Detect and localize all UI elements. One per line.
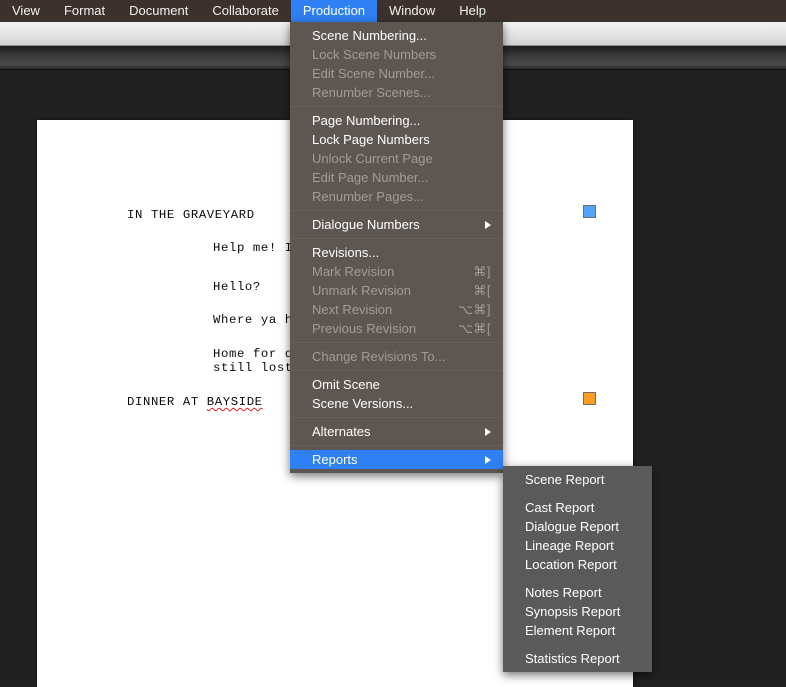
menu-item-alternates[interactable]: Alternates [290,422,503,441]
menu-item-label: Mark Revision [312,264,395,279]
blue-revision-marker[interactable] [583,205,596,218]
menu-item-change-revisions-to: Change Revisions To... [290,347,503,366]
menu-item-label: Scene Report [525,472,605,487]
menu-item-label: Alternates [312,424,371,439]
menu-item-omit-scene[interactable]: Omit Scene [290,375,503,394]
menu-item-shortcut: ⌘[ [473,282,491,298]
script-text-line: still lost. [213,361,301,375]
menu-item-label: Revisions... [312,245,380,260]
menubar-item-view[interactable]: View [0,0,52,22]
menu-item-label: Edit Page Number... [312,170,429,185]
submenu-arrow-icon [485,427,491,436]
menu-item-page-numbering[interactable]: Page Numbering... [290,111,503,130]
menu-item-renumber-pages: Renumber Pages... [290,187,503,206]
menu-item-label: Renumber Pages... [312,189,425,204]
scene-heading-prefix: DINNER AT [127,395,207,409]
menu-item-label: Lock Page Numbers [312,132,430,147]
menu-item-renumber-scenes: Renumber Scenes... [290,83,503,102]
menu-item-reports[interactable]: Reports [290,450,503,469]
menu-item-label: Lineage Report [525,538,614,553]
menu-item-label: Omit Scene [312,377,380,392]
menu-item-label: Next Revision [312,302,393,317]
menu-item-label: Notes Report [525,585,602,600]
menu-item-scene-report[interactable]: Scene Report [503,470,652,489]
menu-item-scene-versions[interactable]: Scene Versions... [290,394,503,413]
script-text-line: IN THE GRAVEYARD [127,208,255,222]
menu-item-label: Location Report [525,557,617,572]
menu-item-label: Renumber Scenes... [312,85,431,100]
app-window: IN THE GRAVEYARD Help me! I' Hello? Where y… [0,0,786,687]
menu-item-element-report[interactable]: Element Report [503,621,652,640]
menu-item-label: Dialogue Numbers [312,217,420,232]
menu-item-label: Dialogue Report [525,519,619,534]
script-text-line: Help me! I' [213,241,301,255]
menubar-item-production[interactable]: Production [290,0,378,22]
menu-item-shortcut: ⌘] [473,263,491,279]
reports-submenu-menu[interactable]: Scene Report Cast Report Dialogue Report Li… [503,466,652,672]
menu-item-previous-revision: Previous Revision ⌥⌘[ [290,319,503,338]
menu-item-location-report[interactable]: Location Report [503,555,652,574]
orange-revision-marker[interactable] [583,392,596,405]
misspelled-word[interactable]: BAYSIDE [207,395,263,409]
menu-separator [290,370,503,371]
menu-item-label: Unlock Current Page [312,151,433,166]
menu-item-edit-scene-number: Edit Scene Number... [290,64,503,83]
menu-item-synopsis-report[interactable]: Synopsis Report [503,602,652,621]
menu-item-label: Synopsis Report [525,604,621,619]
menu-item-next-revision: Next Revision ⌥⌘] [290,300,503,319]
menu-item-revisions[interactable]: Revisions... [290,243,503,262]
menu-item-label: Edit Scene Number... [312,66,435,81]
menu-separator [503,578,652,579]
menu-item-notes-report[interactable]: Notes Report [503,583,652,602]
menu-item-label: Unmark Revision [312,283,411,298]
menubar-item-format[interactable]: Format [52,0,117,22]
menu-separator [503,644,652,645]
menu-item-label: Element Report [525,623,616,638]
menu-item-scene-numbering[interactable]: Scene Numbering... [290,26,503,45]
menu-item-label: Page Numbering... [312,113,421,128]
menu-bar: View Format Document Collaborate Production W… [0,0,786,22]
submenu-arrow-icon [485,455,491,464]
submenu-arrow-icon [485,220,491,229]
menu-item-lineage-report[interactable]: Lineage Report [503,536,652,555]
menu-separator [290,417,503,418]
menubar-item-document[interactable]: Document [117,0,200,22]
menu-item-dialogue-report[interactable]: Dialogue Report [503,517,652,536]
menu-item-label: Lock Scene Numbers [312,47,437,62]
script-text-line: Home for di [213,347,301,361]
menubar-item-collaborate[interactable]: Collaborate [200,0,291,22]
menu-item-label: Scene Numbering... [312,28,427,43]
menu-item-lock-page-numbers[interactable]: Lock Page Numbers [290,130,503,149]
menu-item-label: Reports [312,452,358,467]
menu-separator [503,493,652,494]
menu-item-shortcut: ⌥⌘[ [457,320,491,336]
production-dropdown-menu[interactable]: Scene Numbering... Lock Scene Numbers Edit… [290,22,503,473]
menu-separator [290,210,503,211]
menu-separator [290,106,503,107]
menu-separator [290,445,503,446]
menu-item-unlock-current-page: Unlock Current Page [290,149,503,168]
menubar-item-window[interactable]: Window [377,0,447,22]
scene-heading-dinner: DINNER AT BAYSIDE [127,395,263,409]
menu-item-cast-report[interactable]: Cast Report [503,498,652,517]
menu-item-unmark-revision: Unmark Revision ⌘[ [290,281,503,300]
menu-item-label: Statistics Report [525,651,620,666]
menu-item-label: Cast Report [525,500,595,515]
script-text-line: Hello? [213,280,261,294]
menu-item-shortcut: ⌥⌘] [457,301,491,317]
menu-item-mark-revision: Mark Revision ⌘] [290,262,503,281]
menu-item-edit-page-number: Edit Page Number... [290,168,503,187]
menu-item-label: Scene Versions... [312,396,414,411]
menu-item-statistics-report[interactable]: Statistics Report [503,649,652,668]
menu-item-dialogue-numbers[interactable]: Dialogue Numbers [290,215,503,234]
script-text-line: Where ya he [213,313,301,327]
menubar-item-help[interactable]: Help [447,0,498,22]
menu-item-label: Change Revisions To... [312,349,446,364]
menu-item-label: Previous Revision [312,321,417,336]
menu-item-lock-scene-numbers: Lock Scene Numbers [290,45,503,64]
menu-separator [290,238,503,239]
menu-separator [290,342,503,343]
